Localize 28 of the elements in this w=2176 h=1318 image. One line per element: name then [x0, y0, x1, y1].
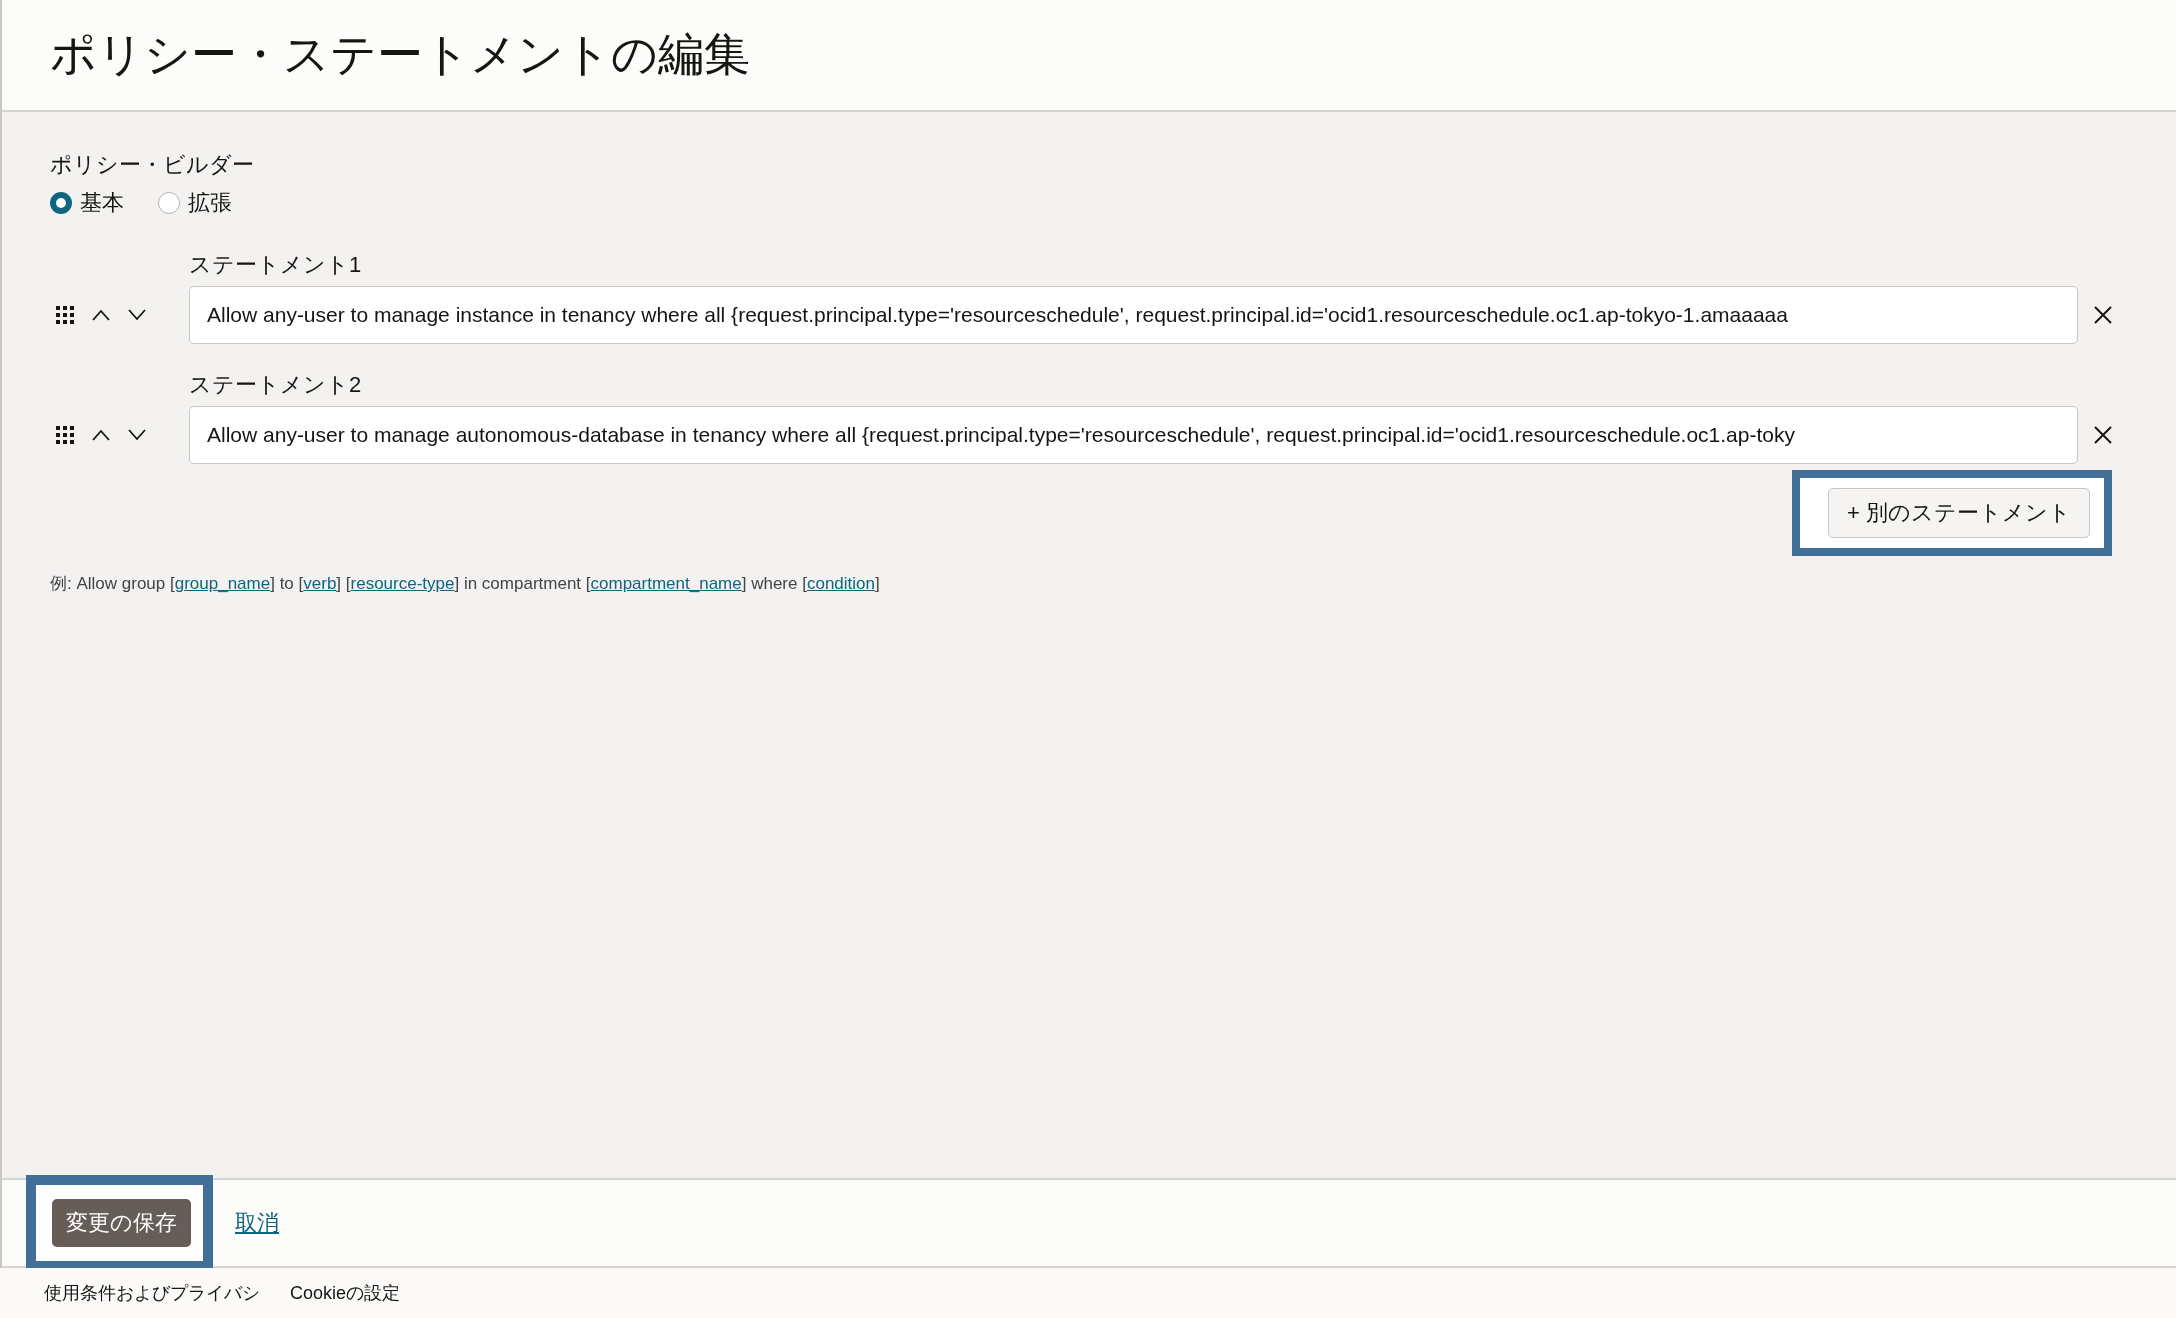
radio-option[interactable]: 基本 — [50, 188, 124, 218]
input-field[interactable]: Allow any-user to manage instance in tenancy where all {request.principal.type='resourceschedule', request.principal.id='ocid1.resourceschedule.oc1.ap-tokyo-1.amaaaaa — [189, 286, 2078, 344]
input-field[interactable]: Allow any-user to manage autonomous-database in tenancy where all {request.principal.type='resourceschedule', request.principal.id='ocid1.resourceschedule.oc1.ap-toky — [189, 406, 2078, 464]
example-link[interactable]: compartment_name — [590, 574, 742, 593]
example-text: 例: Allow group [group_name] to [verb] [resource-type] in compartment [compartment_name] where [condition] — [50, 573, 881, 595]
footer-link[interactable]: 使用条件およびプライバシ — [44, 1281, 260, 1305]
field-label: ステートメント2 — [189, 371, 363, 399]
example-link[interactable]: condition — [806, 574, 875, 593]
chevron-up-icon[interactable] — [92, 429, 110, 441]
close-icon[interactable] — [2093, 425, 2113, 445]
add-statement-button[interactable]: + 別のステートメント — [1828, 488, 2090, 538]
example-link[interactable]: resource-type — [350, 574, 455, 593]
footer-link[interactable]: Cookieの設定 — [290, 1281, 401, 1305]
drag-handle-icon[interactable] — [56, 426, 74, 444]
radio-option[interactable]: 拡張 — [158, 188, 232, 218]
chevron-down-icon[interactable] — [128, 429, 146, 441]
radio-button[interactable] — [50, 192, 72, 214]
field-label: ポリシー・ビルダー — [50, 151, 255, 179]
field-label: ステートメント1 — [189, 251, 363, 279]
chevron-up-icon[interactable] — [92, 309, 110, 321]
cancel-link[interactable]: 取消 — [235, 1208, 279, 1238]
chevron-down-icon[interactable] — [128, 309, 146, 321]
close-icon[interactable] — [2093, 305, 2113, 325]
example-link[interactable]: group_name — [174, 574, 271, 593]
save-button[interactable]: 変更の保存 — [52, 1199, 191, 1247]
radio-button[interactable] — [158, 192, 180, 214]
drag-handle-icon[interactable] — [56, 306, 74, 324]
page-title: ポリシー・ステートメントの編集 — [50, 27, 750, 82]
